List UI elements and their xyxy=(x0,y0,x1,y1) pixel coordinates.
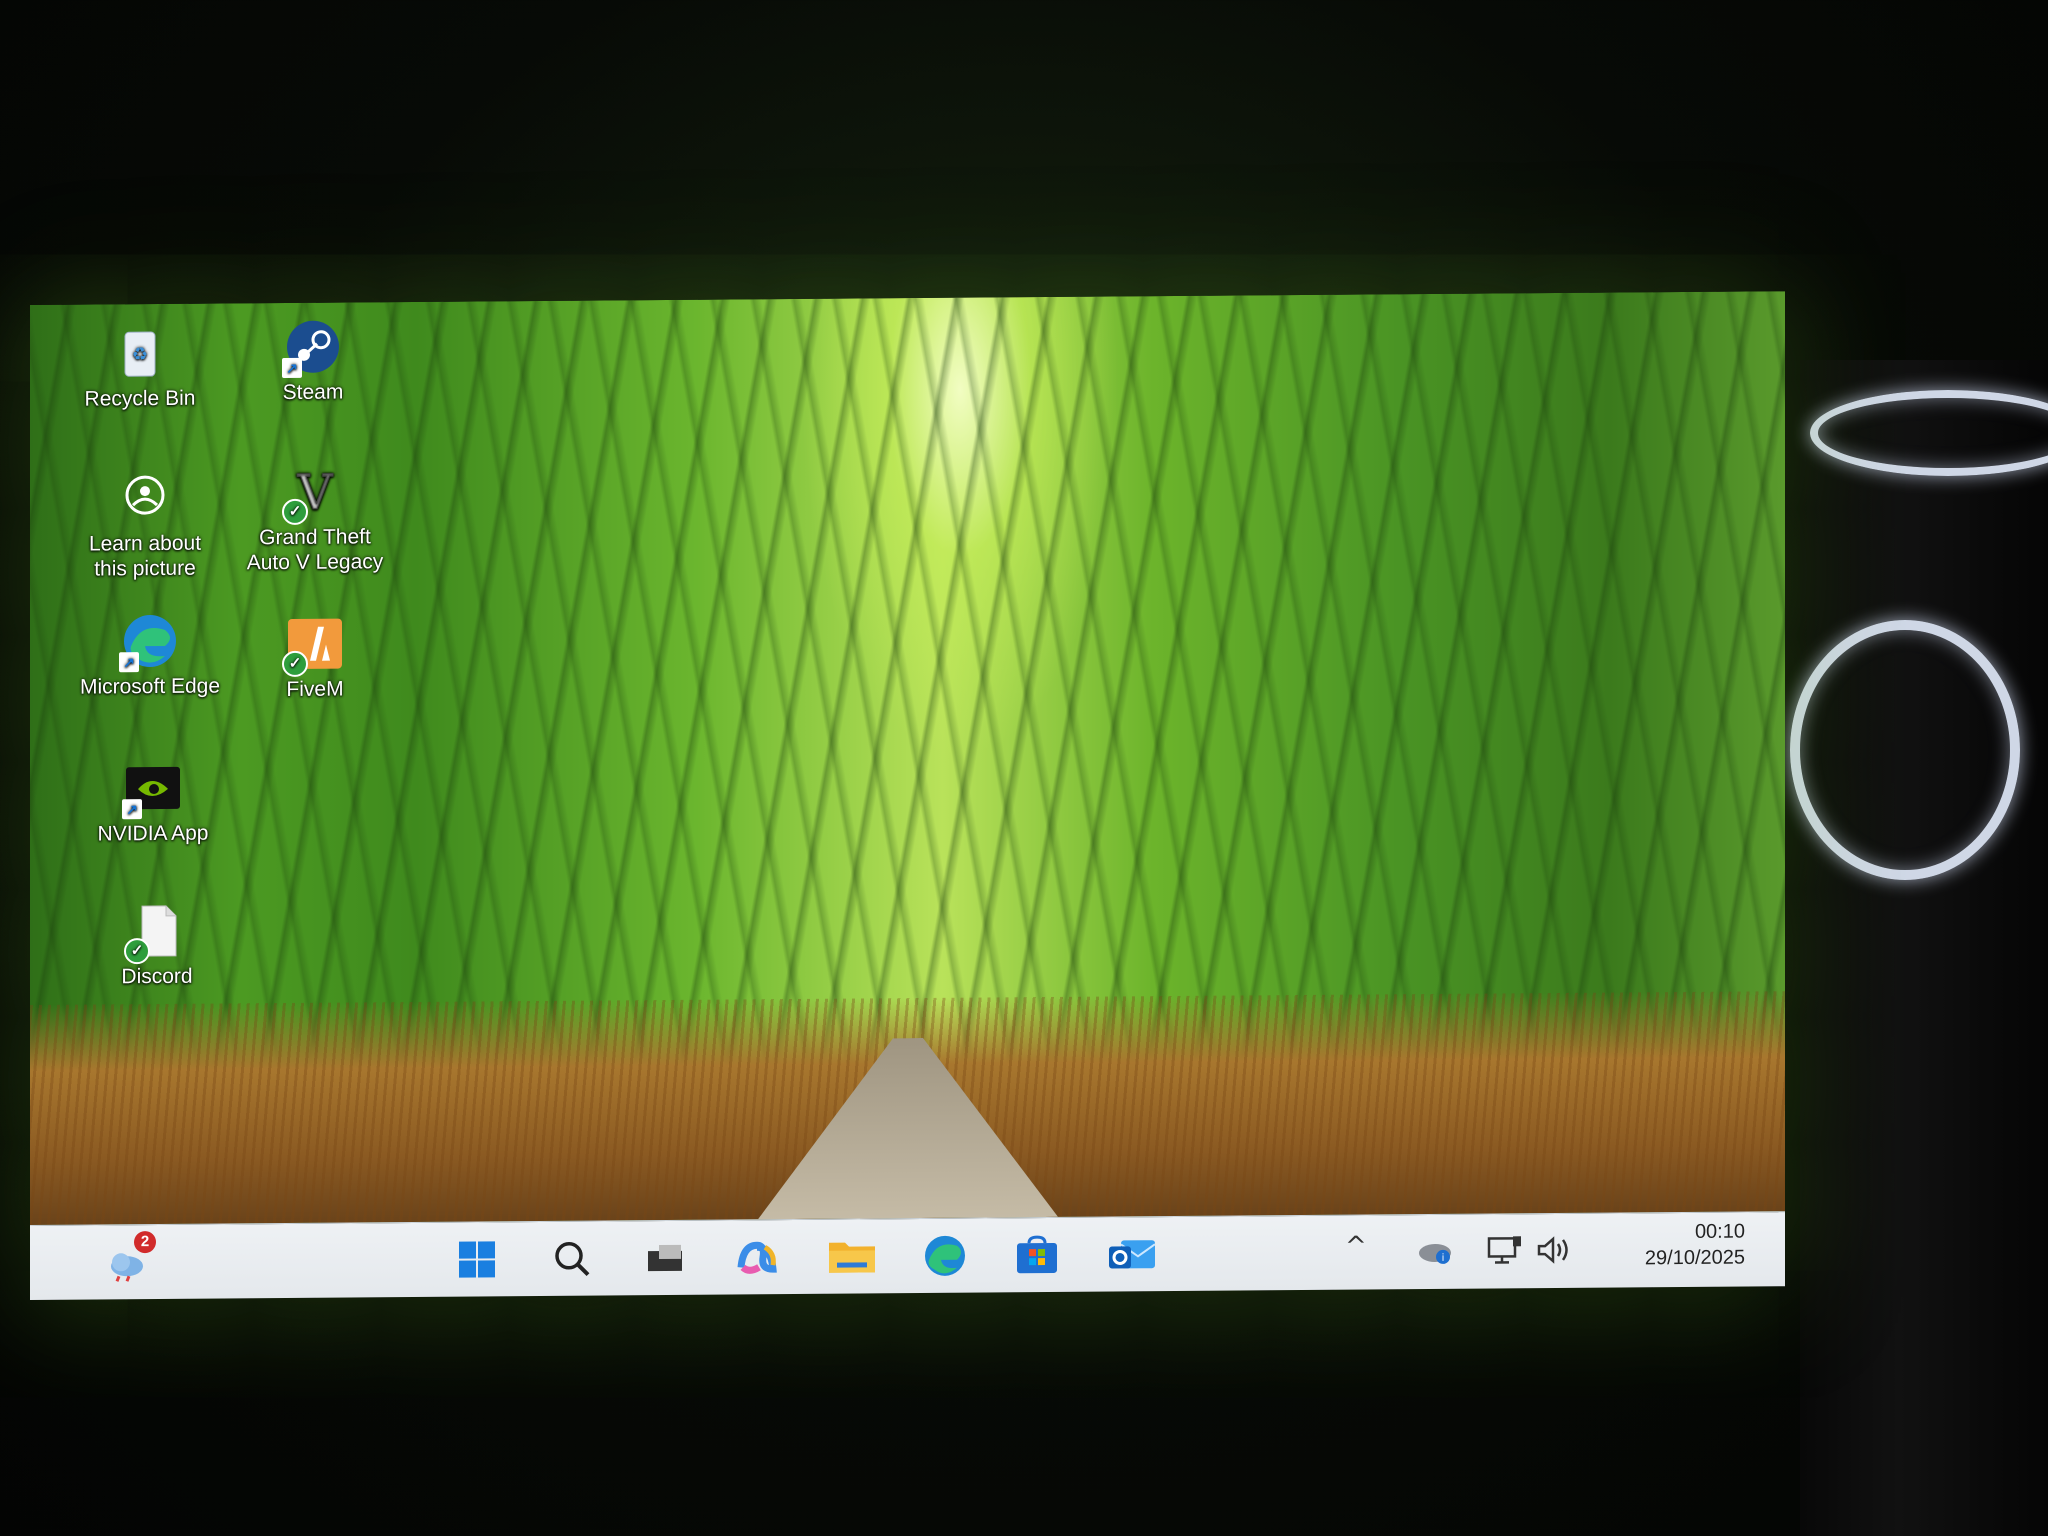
file-explorer-icon xyxy=(829,1242,875,1273)
chevron-up-icon: ^ xyxy=(1345,1231,1367,1262)
desktop-icon-fivem[interactable]: ✓ FiveM xyxy=(240,614,390,702)
task-view-icon xyxy=(648,1244,682,1272)
svg-text:♻: ♻ xyxy=(132,344,148,364)
case-fan-ring-main xyxy=(1790,620,2020,880)
start-icon xyxy=(459,1241,495,1278)
learn-about-picture-icon xyxy=(116,469,174,527)
outlook-icon xyxy=(1109,1240,1156,1269)
taskbar: 2 ^ i 00:10 29/10/2025 xyxy=(30,1211,1785,1301)
recycle-bin-icon: ♻ xyxy=(111,324,169,382)
copilot-button[interactable] xyxy=(730,1232,784,1282)
task-view-button[interactable] xyxy=(638,1233,692,1283)
monitor-screen: ♻ Recycle Bin ↗ Steam Learn about this p… xyxy=(30,291,1785,1301)
desktop-icon-label: Discord xyxy=(121,964,193,989)
desktop-icon-gta-v[interactable]: V ✓ Grand Theft Auto V Legacy xyxy=(240,462,390,575)
clock-time: 00:10 xyxy=(1694,1220,1745,1243)
gta-v-icon: V ✓ xyxy=(282,463,344,526)
desktop-icon-label: Learn about this picture xyxy=(88,531,202,581)
sync-check-icon: ✓ xyxy=(124,938,150,965)
desktop-icon-label: Grand Theft Auto V Legacy xyxy=(246,525,384,575)
edge-icon: ↗ xyxy=(119,612,179,673)
network-button[interactable] xyxy=(1485,1234,1525,1273)
file-explorer-button[interactable] xyxy=(825,1231,879,1281)
desktop-icon-label: NVIDIA App xyxy=(97,821,209,846)
shortcut-arrow-icon: ↗ xyxy=(282,357,302,379)
volume-icon xyxy=(1537,1236,1568,1264)
desktop-icon-recycle-bin[interactable]: ♻ Recycle Bin xyxy=(65,324,215,412)
discord-file-icon: ✓ xyxy=(124,902,186,965)
desktop-icon-label: Recycle Bin xyxy=(84,386,196,411)
fivem-icon: ✓ xyxy=(282,615,344,678)
taskbar-clock[interactable]: 00:10 29/10/2025 xyxy=(1585,1219,1745,1272)
pc-case xyxy=(1790,360,2048,1536)
network-icon xyxy=(1487,1236,1521,1264)
shortcut-arrow-icon: ↗ xyxy=(122,799,142,820)
desktop-icon-learn-about-picture[interactable]: Learn about this picture xyxy=(70,469,220,582)
desktop-icon-nvidia-app[interactable]: ↗ NVIDIA App xyxy=(78,758,228,846)
onedrive-icon: i xyxy=(1419,1243,1451,1264)
sync-check-icon: ✓ xyxy=(282,498,308,526)
show-hidden-icons-button[interactable]: ^ xyxy=(1345,1232,1367,1262)
notification-badge: 2 xyxy=(134,1231,156,1254)
desktop-icon-label: Microsoft Edge xyxy=(79,674,221,699)
onedrive-button[interactable]: i xyxy=(1415,1235,1455,1272)
microsoft-store-icon xyxy=(1017,1235,1057,1274)
edge-icon xyxy=(925,1235,965,1276)
desktop-icon-discord[interactable]: ✓ Discord xyxy=(82,901,232,989)
steam-icon: ↗ xyxy=(282,318,342,379)
edge-taskbar-button[interactable] xyxy=(918,1231,972,1281)
desktop-icon-steam[interactable]: ↗ Steam xyxy=(238,317,388,405)
sync-check-icon: ✓ xyxy=(282,650,308,678)
outlook-button[interactable] xyxy=(1105,1229,1159,1279)
desktop-icon-microsoft-edge[interactable]: ↗ Microsoft Edge xyxy=(75,611,225,699)
shortcut-arrow-icon: ↗ xyxy=(119,652,139,673)
copilot-icon xyxy=(737,1241,777,1274)
microsoft-store-button[interactable] xyxy=(1010,1230,1064,1280)
svg-text:i: i xyxy=(1442,1253,1445,1264)
volume-button[interactable] xyxy=(1535,1234,1575,1273)
search-icon xyxy=(555,1242,590,1277)
start-button[interactable] xyxy=(450,1234,504,1284)
case-fan-ring-top xyxy=(1810,390,2048,476)
clock-date: 29/10/2025 xyxy=(1644,1246,1745,1270)
search-button[interactable] xyxy=(545,1234,599,1284)
desktop-icon-label: FiveM xyxy=(286,677,344,701)
weather-widget-button[interactable]: 2 xyxy=(100,1231,156,1287)
desktop-icon-label: Steam xyxy=(282,380,344,405)
nvidia-icon: ↗ xyxy=(122,759,182,820)
